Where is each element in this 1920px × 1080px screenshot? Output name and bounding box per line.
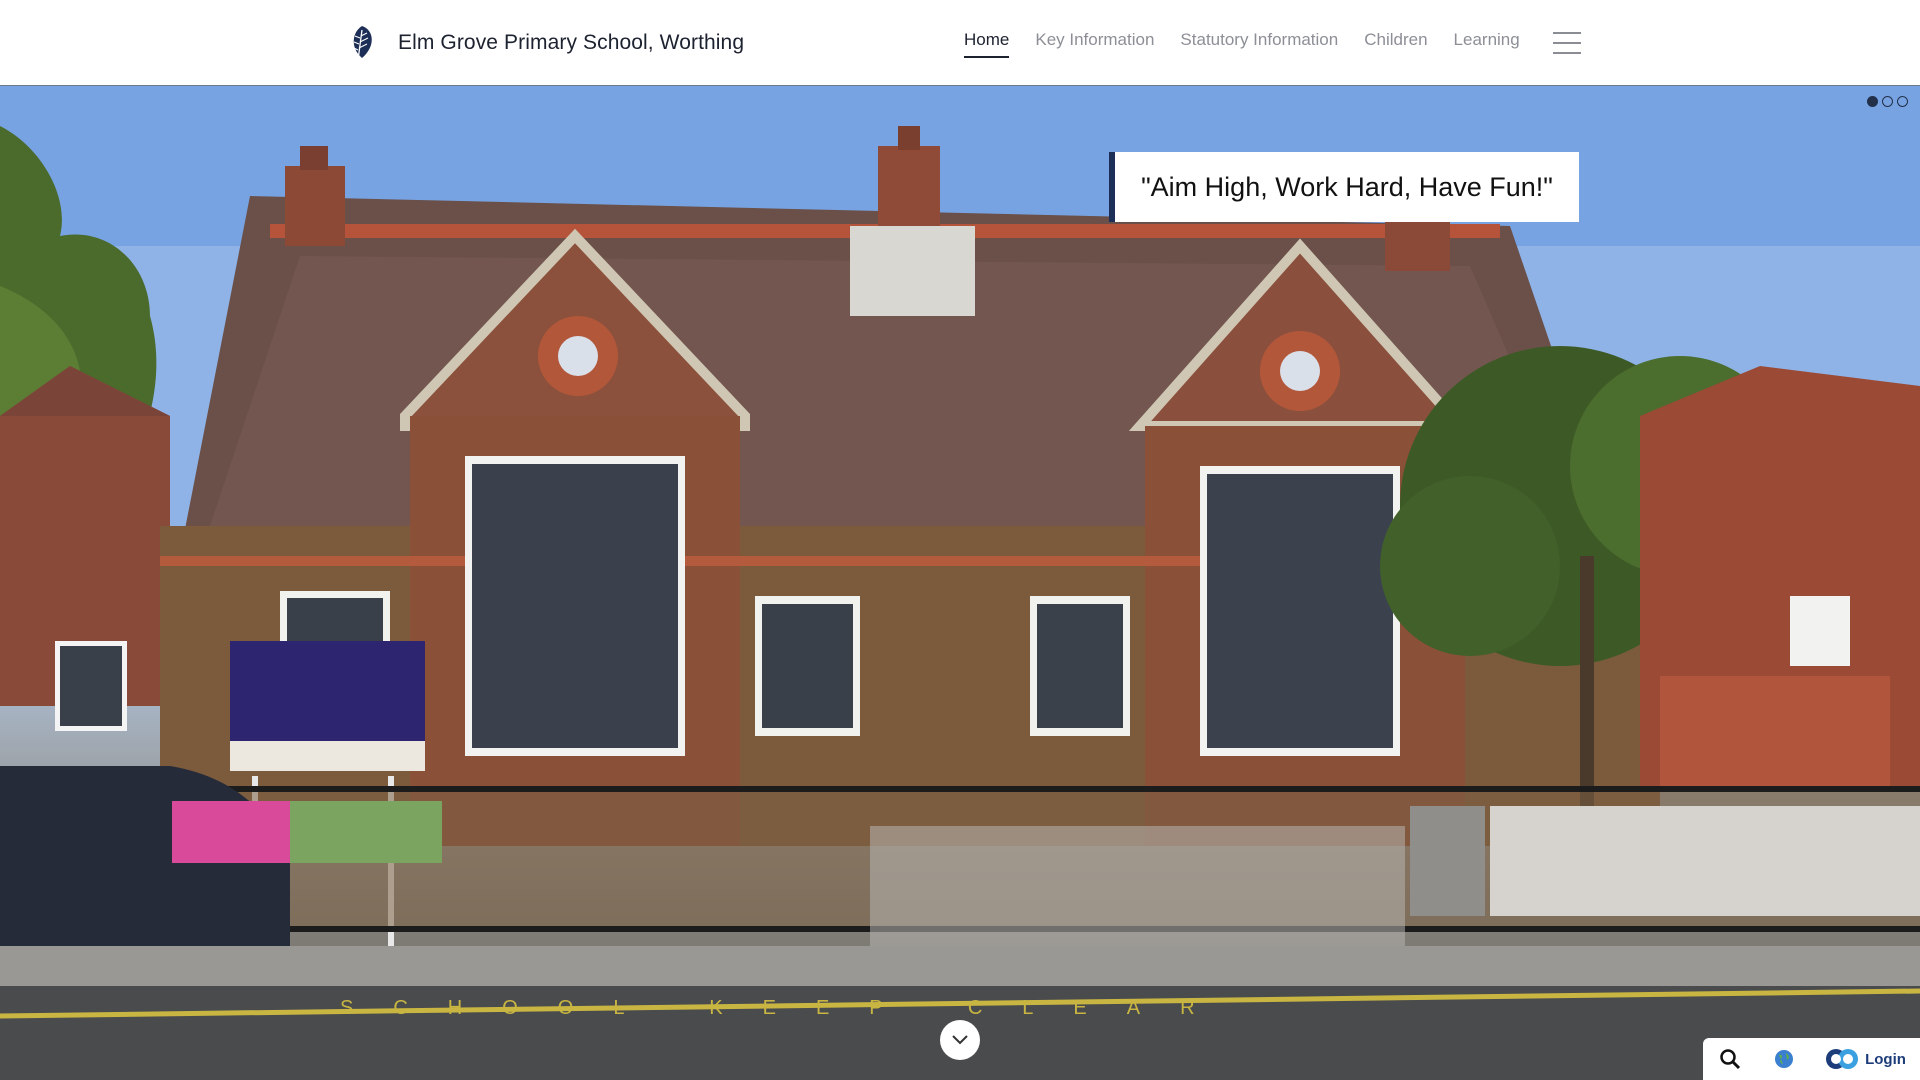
scroll-down-button[interactable] [940, 1020, 980, 1060]
nav-children[interactable]: Children [1364, 30, 1427, 58]
utility-toolbar: Login [1703, 1038, 1920, 1080]
slide-dot-2[interactable] [1882, 96, 1893, 107]
chevron-down-icon [952, 1035, 968, 1045]
login-logo-icon [1826, 1049, 1859, 1069]
nav-learning[interactable]: Learning [1454, 30, 1520, 58]
main-nav: Home Key Information Statutory Informati… [964, 30, 1546, 58]
search-button[interactable] [1703, 1038, 1757, 1080]
nav-home[interactable]: Home [964, 30, 1010, 58]
school-building-photo: SCHOOL KEEP CLEAR [0, 86, 1920, 1080]
slide-dot-1[interactable] [1867, 96, 1878, 107]
translate-button[interactable] [1757, 1038, 1811, 1080]
slide-dot-3[interactable] [1897, 96, 1908, 107]
school-name: Elm Grove Primary School, Worthing [398, 31, 745, 54]
globe-icon [1775, 1050, 1793, 1068]
site-header: Elm Grove Primary School, Worthing Home … [0, 0, 1920, 86]
road-marking: SCHOOL KEEP CLEAR [340, 997, 1235, 1019]
nav-key-information[interactable]: Key Information [1035, 30, 1154, 58]
hamburger-menu-icon[interactable] [1553, 32, 1581, 54]
slide-indicators [1867, 96, 1908, 107]
login-button[interactable]: Login [1811, 1038, 1920, 1080]
search-icon [1720, 1049, 1741, 1070]
motto-quote: "Aim High, Work Hard, Have Fun!" [1109, 152, 1579, 222]
leaf-icon [353, 26, 372, 61]
login-label: Login [1865, 1050, 1906, 1068]
brand[interactable]: Elm Grove Primary School, Worthing [346, 24, 744, 62]
nav-statutory-information[interactable]: Statutory Information [1180, 30, 1338, 58]
hero-slideshow: SCHOOL KEEP CLEAR "Aim High, Work Hard, … [0, 86, 1920, 1080]
